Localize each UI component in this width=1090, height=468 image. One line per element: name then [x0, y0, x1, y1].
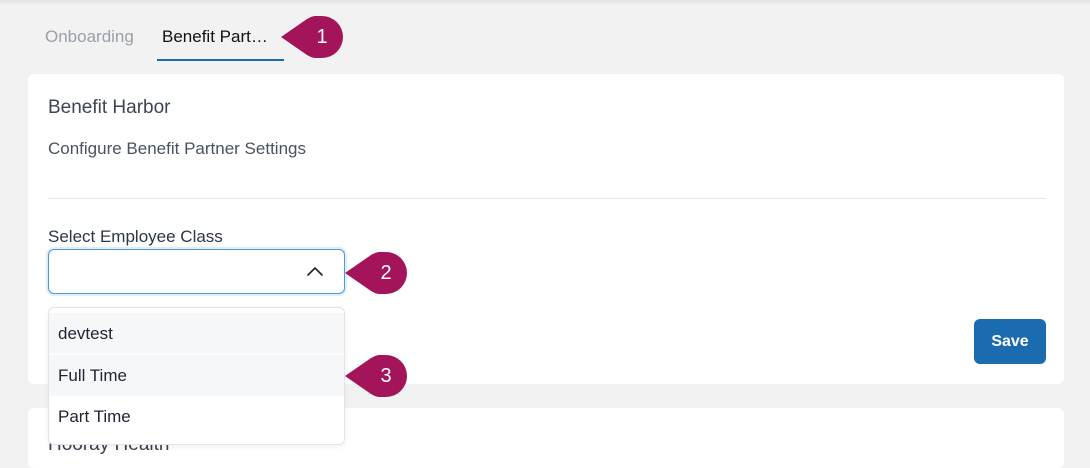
step-marker-2: 2 [343, 252, 409, 294]
card-subtitle: Configure Benefit Partner Settings [48, 139, 306, 158]
marker-number: 1 [316, 26, 328, 48]
card-title: Benefit Harbor [48, 97, 171, 118]
active-tab-indicator [157, 59, 284, 61]
divider [48, 198, 1046, 199]
employee-class-dropdown: devtest Full Time Part Time [48, 307, 345, 445]
employee-class-select[interactable] [48, 249, 345, 294]
employee-class-label: Select Employee Class [48, 227, 223, 246]
option-part-time[interactable]: Part Time [49, 396, 344, 437]
chevron-up-icon [307, 267, 323, 276]
option-devtest[interactable]: devtest [49, 313, 344, 354]
tab-benefit-partners[interactable]: Benefit Partn… [162, 27, 276, 47]
tab-onboarding[interactable]: Onboarding [45, 27, 134, 47]
save-button[interactable]: Save [974, 319, 1046, 364]
marker-number: 3 [380, 365, 392, 387]
option-full-time[interactable]: Full Time [49, 355, 344, 396]
marker-number: 2 [380, 262, 392, 284]
step-marker-1: 1 [279, 16, 345, 58]
step-marker-3: 3 [343, 355, 409, 397]
tab-bar: Onboarding Benefit Partn… [0, 0, 1090, 62]
